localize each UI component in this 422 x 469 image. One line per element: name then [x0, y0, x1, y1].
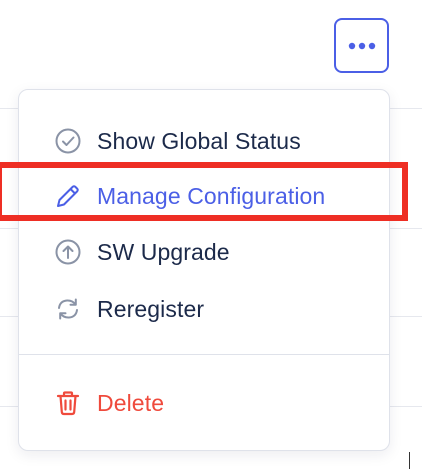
- menu-item-label: Delete: [97, 389, 165, 416]
- menu-item-show-global-status[interactable]: Show Global Status: [19, 117, 389, 165]
- actions-dropdown-menu: Show Global Status Manage Configuration …: [18, 89, 390, 451]
- refresh-icon: [53, 294, 83, 324]
- menu-item-reregister[interactable]: Reregister: [19, 285, 389, 333]
- menu-item-label: Manage Configuration: [97, 182, 326, 209]
- trash-icon: [53, 388, 83, 418]
- arrow-up-circle-icon: [53, 237, 83, 267]
- menu-item-label: Reregister: [97, 295, 205, 322]
- menu-item-manage-configuration[interactable]: Manage Configuration: [19, 172, 389, 220]
- menu-divider: [19, 354, 389, 355]
- ellipsis-icon: [348, 42, 375, 49]
- pencil-icon: [53, 181, 83, 211]
- more-actions-button[interactable]: [334, 18, 389, 73]
- menu-item-sw-upgrade[interactable]: SW Upgrade: [19, 228, 389, 276]
- menu-item-label: Show Global Status: [97, 127, 301, 154]
- check-circle-icon: [53, 126, 83, 156]
- menu-item-delete[interactable]: Delete: [19, 379, 389, 427]
- menu-item-label: SW Upgrade: [97, 238, 230, 265]
- text-cursor: [409, 452, 410, 469]
